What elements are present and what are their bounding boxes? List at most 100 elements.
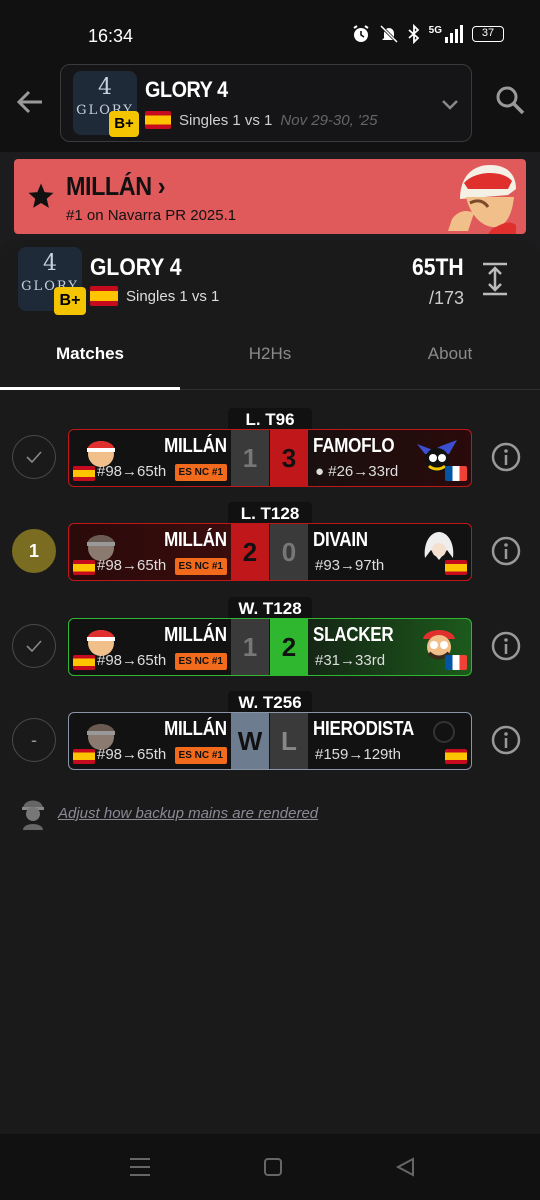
character-portrait-icon	[448, 165, 516, 234]
player-two-name: FAMOFLO	[313, 435, 395, 457]
info-icon[interactable]	[490, 441, 522, 473]
player-one: MILLÁN #98→65th ES NC #1	[69, 430, 231, 486]
banner-player-name: MILLÁN ›	[66, 171, 166, 201]
chevron-right-icon: ›	[157, 171, 166, 201]
spain-flag-icon	[145, 111, 171, 129]
tab-bar: Matches H2Hs About	[0, 332, 540, 390]
tab-matches[interactable]: Matches	[0, 332, 180, 390]
banner-rank: #1 on Navarra PR 2025.1	[66, 207, 237, 224]
tab-h2hs[interactable]: H2Hs	[180, 332, 360, 390]
back-arrow-icon[interactable]	[14, 86, 46, 118]
placement-value: 65TH	[412, 254, 464, 281]
spain-flag-icon	[73, 749, 95, 764]
match-status-check[interactable]	[12, 624, 56, 668]
status-bar: 16:34 5G 37	[0, 0, 540, 60]
signal-icon	[445, 25, 463, 43]
chevron-down-icon[interactable]	[439, 93, 461, 115]
player-one-seed: #98→65th	[97, 652, 167, 669]
info-icon[interactable]	[490, 535, 522, 567]
check-icon	[26, 451, 42, 463]
event-dates: Nov 29-30, '25	[280, 111, 378, 129]
player-one-score: 1	[231, 619, 269, 675]
player-two-seed: #159→129th	[315, 746, 401, 763]
player-one-seed: #98→65th	[97, 746, 167, 763]
placement-total: /173	[428, 288, 464, 308]
player-one-name: MILLÁN	[164, 718, 227, 740]
match-status-badge[interactable]: 1	[12, 529, 56, 573]
status-icons: 5G 37	[351, 24, 504, 44]
match-row[interactable]: L. T128 1 MILLÁN #98→65th ES NC #1 2 0 D…	[0, 502, 540, 592]
player-banner[interactable]: MILLÁN › #1 on Navarra PR 2025.1	[14, 159, 526, 234]
backup-mains-row: Adjust how backup mains are rendered	[20, 796, 318, 830]
back-nav-icon[interactable]	[394, 1156, 416, 1178]
match-status-check[interactable]	[12, 435, 56, 479]
player-two-name: HIERODISTA	[313, 718, 415, 740]
match-card[interactable]: MILLÁN #98→65th ES NC #1 W L HIERODISTA …	[68, 712, 472, 770]
spain-flag-icon	[445, 560, 467, 575]
tournament-panel: 4 GLORY B+ GLORY 4 Singles 1 vs 1 65TH /…	[0, 240, 540, 1140]
player-two: DIVAIN #93→97th	[309, 524, 471, 580]
spain-flag-icon	[445, 749, 467, 764]
player-one-score: 1	[231, 430, 269, 486]
player-one-score: 2	[231, 524, 269, 580]
player-two-score: 3	[270, 430, 308, 486]
player-two: HIERODISTA #159→129th	[309, 713, 471, 769]
match-row[interactable]: W. T256 - MILLÁN #98→65th ES NC #1 W L H…	[0, 691, 540, 781]
home-icon[interactable]	[262, 1156, 284, 1178]
player-one-seed: #98→65th	[97, 557, 167, 574]
match-row[interactable]: W. T128 MILLÁN #98→65th ES NC #1 1 2 SLA…	[0, 597, 540, 687]
logo-number: 4	[98, 75, 112, 100]
mute-icon	[379, 24, 398, 44]
event-title: GLORY 4	[145, 77, 228, 102]
search-icon[interactable]	[494, 84, 526, 116]
network-label: 5G	[428, 24, 442, 36]
active-tab-indicator	[0, 387, 180, 390]
player-one-name: MILLÁN	[164, 435, 227, 457]
player-one-name: MILLÁN	[164, 529, 227, 551]
status-time: 16:34	[88, 26, 134, 46]
system-nav-bar	[0, 1134, 540, 1200]
pr-badge: ES NC #1	[174, 653, 227, 670]
player-two-score: 2	[270, 619, 308, 675]
event-format: Singles 1 vs 1	[179, 111, 273, 129]
france-flag-icon	[445, 655, 467, 670]
tournament-grade-badge: B+	[54, 287, 86, 315]
match-card[interactable]: MILLÁN #98→65th ES NC #1 1 2 SLACKER #31…	[68, 618, 472, 676]
event-header: 4 GLORY B+ GLORY 4 Singles 1 vs 1 Nov 29…	[0, 60, 540, 152]
tab-about[interactable]: About	[360, 332, 540, 390]
spain-flag-icon	[73, 466, 95, 481]
spain-flag-icon	[73, 655, 95, 670]
pr-badge: ES NC #1	[174, 747, 227, 764]
star-icon[interactable]	[26, 181, 56, 211]
match-status-badge[interactable]: -	[12, 718, 56, 762]
check-icon	[26, 640, 42, 652]
player-one: MILLÁN #98→65th ES NC #1	[69, 619, 231, 675]
backup-mains-link[interactable]: Adjust how backup mains are rendered	[58, 805, 318, 822]
player-one-score: W	[231, 713, 269, 769]
pr-badge: ES NC #1	[174, 558, 227, 575]
pr-badge: ES NC #1	[174, 464, 227, 481]
info-icon[interactable]	[490, 630, 522, 662]
player-two-name: SLACKER	[313, 624, 394, 646]
match-card[interactable]: MILLÁN #98→65th ES NC #1 1 3 FAMOFLO ● #…	[68, 429, 472, 487]
tournament-meta: Singles 1 vs 1	[90, 286, 219, 306]
player-two-seed: #31→33rd	[315, 652, 386, 669]
france-flag-icon	[445, 466, 467, 481]
character-silhouette-icon	[22, 800, 44, 830]
player-two: SLACKER #31→33rd	[309, 619, 471, 675]
recent-apps-icon[interactable]	[128, 1156, 152, 1178]
player-two-score: 0	[270, 524, 308, 580]
grade-badge: B+	[109, 111, 139, 137]
event-selector[interactable]: 4 GLORY B+ GLORY 4 Singles 1 vs 1 Nov 29…	[60, 64, 472, 142]
player-one: MILLÁN #98→65th ES NC #1	[69, 713, 231, 769]
match-row[interactable]: L. T96 MILLÁN #98→65th ES NC #1 1 3 FAMO…	[0, 408, 540, 498]
info-icon[interactable]	[490, 724, 522, 756]
player-two-seed: #93→97th	[315, 557, 385, 574]
match-card[interactable]: MILLÁN #98→65th ES NC #1 2 0 DIVAIN #93→…	[68, 523, 472, 581]
tournament-format: Singles 1 vs 1	[126, 287, 220, 305]
expand-icon[interactable]	[480, 262, 510, 296]
player-two-score: L	[270, 713, 308, 769]
bluetooth-icon	[408, 24, 419, 44]
character-avatar-icon	[433, 721, 455, 743]
player-two-name: DIVAIN	[313, 529, 368, 551]
